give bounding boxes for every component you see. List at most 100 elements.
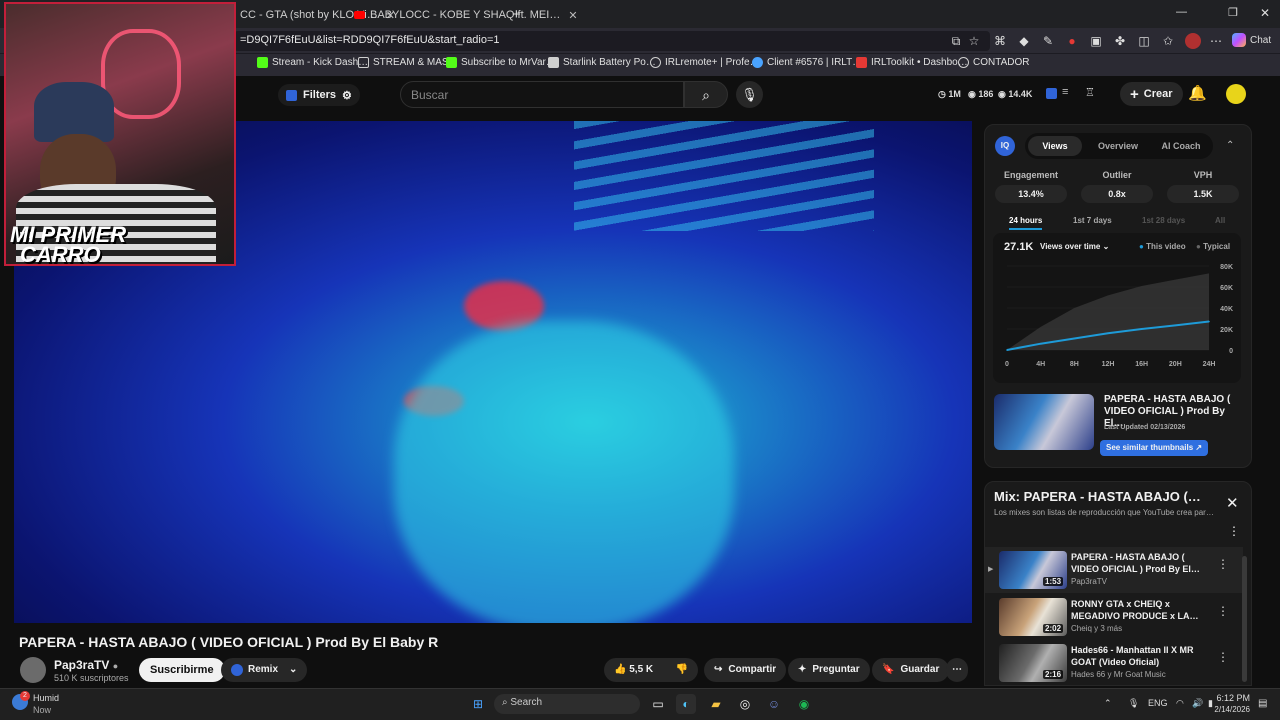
item-more-icon[interactable]: ⋮ <box>1217 557 1229 571</box>
close-icon[interactable]: ✕ <box>1226 494 1239 512</box>
clock-time[interactable]: 6:12 PM <box>1216 693 1250 703</box>
bookmark-item[interactable]: IRLToolkit • Dashbo… <box>856 57 968 68</box>
tab-overview[interactable]: Overview <box>1090 136 1146 156</box>
user-avatar[interactable] <box>1226 84 1246 104</box>
tray-chevron-icon[interactable]: ⌃ <box>1104 698 1112 709</box>
see-similar-thumbnails-button[interactable]: See similar thumbnails ↗ <box>1100 440 1209 456</box>
split-screen-icon[interactable]: ◫ <box>1136 33 1152 49</box>
mix-item-channel: Pap3raTV <box>1071 577 1108 586</box>
item-more-icon[interactable]: ⋮ <box>1217 604 1229 618</box>
stat-value: 1M <box>948 89 961 99</box>
globe-icon <box>958 57 969 68</box>
create-button[interactable]: + Crear <box>1120 82 1183 106</box>
share-button[interactable]: ↪ Compartir <box>704 658 787 682</box>
edge-icon[interactable]: ◐ <box>676 694 696 714</box>
wifi-icon[interactable]: ◠ <box>1176 698 1184 709</box>
mix-more-icon[interactable]: ⋮ <box>1228 524 1240 538</box>
list-icon[interactable]: ≡ <box>1062 86 1068 98</box>
bookmark-item[interactable]: IRLremote+ | Profe… <box>650 57 760 68</box>
search-input[interactable]: Buscar <box>400 81 684 108</box>
dropdown-label: Views over time <box>1040 242 1101 251</box>
taskbar-search[interactable]: ⌕ Search <box>494 694 640 714</box>
stat-item: ◉ 14.4K <box>998 89 1032 100</box>
extension-icon[interactable]: ● <box>1064 33 1080 49</box>
y-tick-label: 80K <box>1220 264 1233 271</box>
list-item[interactable]: 2:16 Hades66 - Manhattan II X MR GOAT (V… <box>985 640 1243 686</box>
mix-item-channel: Hades 66 y Mr Goat Music <box>1071 670 1166 679</box>
profile-avatar[interactable] <box>1185 33 1201 49</box>
voice-search-button[interactable]: 🎙 <box>736 81 763 108</box>
channel-avatar[interactable] <box>20 657 46 683</box>
metric-label: VPH <box>1193 170 1213 180</box>
microphone-icon[interactable]: 🎙 <box>1128 698 1139 709</box>
search-button[interactable]: ⌕ <box>684 81 728 108</box>
maximize-icon[interactable]: ❐ <box>1228 6 1238 19</box>
thumbs-up-icon: 👍 <box>614 664 627 675</box>
dislike-button[interactable]: 👎 <box>676 658 688 682</box>
tab-ai-coach[interactable]: AI Coach <box>1152 136 1210 156</box>
clock-date[interactable]: 2/14/2026 <box>1206 705 1250 714</box>
tab-views[interactable]: Views <box>1028 136 1082 156</box>
data-point <box>1107 332 1109 334</box>
favorites-icon[interactable]: ✩ <box>1160 33 1176 49</box>
legend-dot: ● <box>1139 242 1144 251</box>
browser-tab[interactable]: BABYLOCC - KOBE Y SHAQ ft. MEI… ✕ <box>348 4 584 26</box>
bookmark-item[interactable]: Starlink Battery Po… <box>548 57 656 68</box>
language-indicator[interactable]: ENG <box>1148 698 1168 708</box>
trophy-icon[interactable]: ♖ <box>1085 86 1095 99</box>
filters-button[interactable]: Filters ⚙ <box>278 84 360 106</box>
channel-name[interactable]: Pap3raTV ● <box>54 658 118 672</box>
list-item[interactable]: 2:02 RONNY GTA x CHEIQ x MEGADIVO PRODUC… <box>985 594 1243 640</box>
subscribe-button[interactable]: Suscribirme <box>139 658 225 682</box>
like-button[interactable]: 👍 5,5 K <box>614 658 653 682</box>
collapse-chevron-icon[interactable]: ⌃ <box>1226 140 1234 151</box>
extension-icon[interactable]: ✎ <box>1040 33 1056 49</box>
iq-icon[interactable] <box>1046 88 1057 99</box>
bookmark-item[interactable]: Stream - Kick Dash… <box>257 57 368 68</box>
extension-icon[interactable]: ⌘ <box>992 33 1008 49</box>
mix-scrollbar[interactable] <box>1242 556 1247 682</box>
extension-icon[interactable]: ◆ <box>1016 33 1032 49</box>
copilot-chat-button[interactable]: Chat <box>1232 33 1271 47</box>
bookmark-item[interactable]: Client #6576 | IRLT… <box>752 57 862 68</box>
bookmark-item[interactable]: Subscribe to MrVar… <box>446 57 556 68</box>
range-24-hours[interactable]: 24 hours <box>1009 216 1043 230</box>
notifications-bell-icon[interactable]: 🔔 <box>1188 84 1207 102</box>
notification-icon[interactable]: ▤ <box>1258 698 1267 709</box>
extension-icon[interactable]: ▣ <box>1088 33 1104 49</box>
bookmark-item[interactable]: STREAM & MAS <box>358 57 449 68</box>
puzzle-icon[interactable]: ✤ <box>1112 33 1128 49</box>
more-menu-icon[interactable]: ⋯ <box>1208 33 1224 49</box>
minimize-icon[interactable]: — <box>1176 6 1187 18</box>
range-7-days[interactable]: 1st 7 days <box>1073 216 1112 225</box>
url-field[interactable]: =D9QI7F6fEuU&list=RDD9QI7F6fEuU&start_ra… <box>234 31 990 51</box>
item-more-icon[interactable]: ⋮ <box>1217 650 1229 664</box>
filters-label: Filters <box>303 89 337 101</box>
windows-start-icon[interactable]: ⊞ <box>468 694 488 714</box>
total-views: 27.1K <box>1004 241 1034 253</box>
range-28-days[interactable]: 1st 28 days <box>1142 216 1185 225</box>
video-thumbnail[interactable] <box>994 394 1094 450</box>
close-icon[interactable]: ✕ <box>568 9 577 22</box>
favorite-star-icon[interactable]: ☆ <box>966 33 982 49</box>
bookmark-item[interactable]: CONTADOR <box>958 57 1029 68</box>
views-over-time-dropdown[interactable]: Views over time ⌄ <box>1040 242 1109 251</box>
open-in-app-icon[interactable]: ⧉ <box>948 33 964 49</box>
stat-item: ◉ 186 <box>968 89 993 100</box>
remix-button[interactable]: Remix ⌄ <box>221 658 308 682</box>
obs-icon[interactable]: ◎ <box>735 694 755 714</box>
video-frame-blinds <box>574 121 874 231</box>
list-item[interactable]: ▶ 1:53 PAPERA - HASTA ABAJO ( VIDEO OFIC… <box>985 547 1243 593</box>
close-window-icon[interactable]: ✕ <box>1260 6 1270 20</box>
file-explorer-icon[interactable]: ▰ <box>706 694 726 714</box>
task-view-icon[interactable]: ▭ <box>648 694 668 714</box>
save-button[interactable]: 🔖 Guardar <box>872 658 950 682</box>
discord-icon[interactable]: ☺ <box>764 694 784 714</box>
tab-label: BABYLOCC - KOBE Y SHAQ ft. MEI… <box>370 9 561 21</box>
range-all[interactable]: All <box>1215 216 1225 225</box>
spotify-icon[interactable]: ◉ <box>794 694 814 714</box>
more-actions-button[interactable]: ⋯ <box>946 658 968 682</box>
volume-icon[interactable]: 🔊 <box>1192 698 1203 709</box>
new-tab-button[interactable]: + <box>512 6 521 23</box>
ask-button[interactable]: ✦ Preguntar <box>788 658 870 682</box>
